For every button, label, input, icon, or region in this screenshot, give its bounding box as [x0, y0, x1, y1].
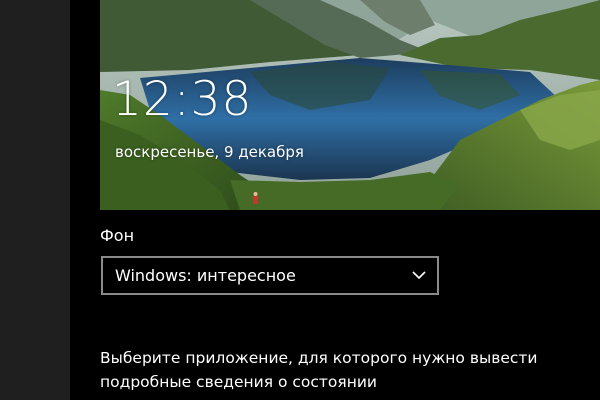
background-label: Фон — [100, 226, 135, 245]
detailed-status-line-2: подробные сведения о состоянии — [100, 373, 378, 391]
lockscreen-time: 12:38 — [112, 72, 253, 127]
navigation-pane — [0, 0, 70, 400]
detailed-status-line-1: Выберите приложение, для которого нужно … — [100, 349, 538, 367]
chevron-down-icon — [412, 271, 426, 280]
lockscreen-date: воскресенье, 9 декабря — [115, 143, 304, 161]
detailed-status-description: Выберите приложение, для которого нужно … — [100, 346, 580, 394]
background-dropdown[interactable]: Windows: интересное — [101, 256, 439, 295]
background-dropdown-value: Windows: интересное — [115, 266, 296, 285]
lockscreen-preview: 12:38 воскресенье, 9 декабря — [100, 0, 600, 210]
settings-content: 12:38 воскресенье, 9 декабря Фон Windows… — [70, 0, 600, 400]
